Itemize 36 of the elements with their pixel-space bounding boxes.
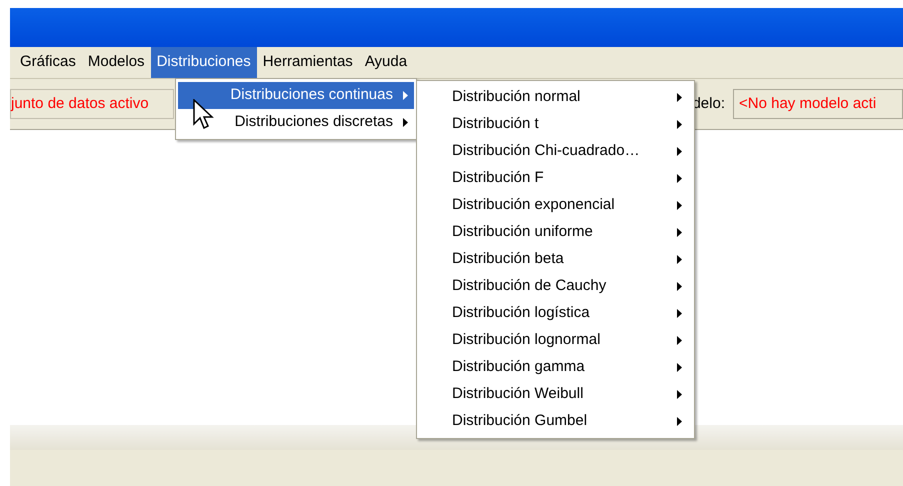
submenu-arrow-icon [677,201,682,210]
submenu-arrow-icon [677,174,682,183]
dropdown-item[interactable]: Distribuciones discretas [178,109,414,136]
submenu-item[interactable]: Distribución logística [417,300,694,327]
submenu-arrow-icon [677,309,682,318]
submenu-item[interactable]: Distribución lognormal [417,327,694,354]
cursor-icon [193,99,215,131]
submenu-arrow-icon [677,336,682,345]
submenu-arrow-icon [677,120,682,129]
submenu-arrow-icon [677,417,682,426]
submenu-arrow-icon [677,147,682,156]
submenu-item[interactable]: Distribución de Cauchy [417,273,694,300]
submenu-item[interactable]: Distribución Gumbel [417,408,694,435]
submenu-item[interactable]: Distribución gamma [417,354,694,381]
submenu-arrow-icon [677,228,682,237]
submenu-arrow-icon [677,255,682,264]
submenu-arrow-icon [677,282,682,291]
menu-item[interactable]: Herramientas [256,47,359,78]
submenu-item[interactable]: Distribución Weibull [417,381,694,408]
dropdown-item[interactable]: Distribuciones continuas [178,82,414,109]
submenu-item[interactable]: Distribución F [417,165,694,192]
submenu-item[interactable]: Distribución uniforme [417,219,694,246]
menu-item[interactable]: Ayuda [358,47,414,78]
submenu-arrow-icon [677,363,682,372]
submenu-item[interactable]: Distribución Chi-cuadrado… [417,138,694,165]
menu-item[interactable]: Modelos [82,47,151,78]
submenu-arrow-icon [403,91,408,100]
submenu-arrow-icon [403,118,408,127]
submenu-item[interactable]: Distribución beta [417,246,694,273]
submenu-item[interactable]: Distribución exponencial [417,192,694,219]
submenu-arrow-icon [677,390,682,399]
submenu-item[interactable]: Distribución t [417,111,694,138]
menu-item[interactable]: Gráficas [14,47,82,78]
submenu-item[interactable]: Distribución normal [417,84,694,111]
submenu-arrow-icon [677,93,682,102]
menu-item[interactable]: Distribuciones [150,47,257,78]
